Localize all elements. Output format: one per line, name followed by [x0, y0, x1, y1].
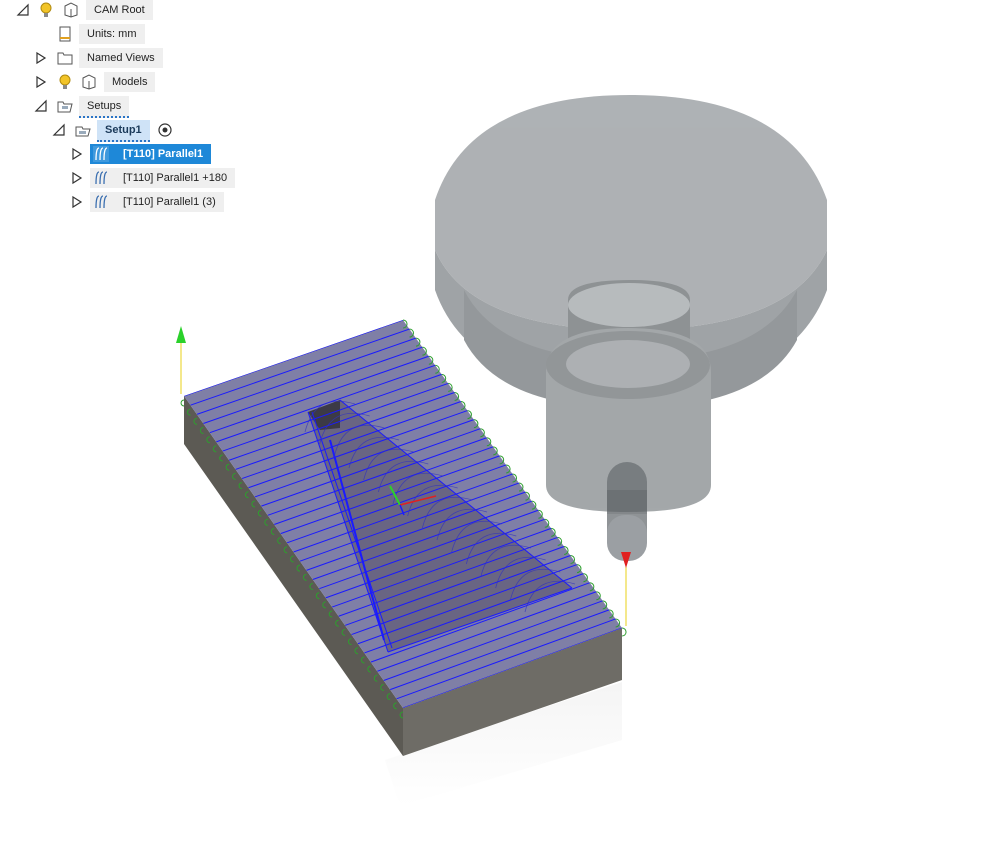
- component-icon: [64, 2, 78, 18]
- parallel-toolpath-icon: [95, 195, 108, 209]
- setup-icon: [75, 126, 91, 137]
- active-setup-radio-icon[interactable]: [156, 121, 174, 139]
- expand-triangle-icon[interactable]: [70, 195, 84, 209]
- expand-triangle-icon[interactable]: [70, 171, 84, 185]
- folder-icon: [57, 52, 73, 65]
- setups-folder-icon: [57, 101, 73, 113]
- tree-item-cam-root[interactable]: CAM Root: [86, 0, 153, 20]
- parallel-toolpath-icon: [93, 146, 109, 162]
- tree-item-operation-3[interactable]: [T110] Parallel1 (3): [90, 192, 224, 212]
- parallel-toolpath-icon: [95, 171, 108, 185]
- tree-item-units[interactable]: Units: mm: [79, 24, 145, 44]
- cam-browser-tree: CAM Root Units: mm Named Views Models Se…: [0, 0, 260, 220]
- expand-triangle-icon[interactable]: [34, 75, 48, 89]
- collapse-triangle-icon[interactable]: [34, 99, 48, 113]
- expand-triangle-icon[interactable]: [34, 51, 48, 65]
- collapse-triangle-icon[interactable]: [16, 3, 30, 17]
- stock-wcs-axes: [176, 326, 186, 394]
- tree-item-models[interactable]: Models: [104, 72, 156, 92]
- collapse-triangle-icon[interactable]: [52, 123, 66, 137]
- tree-item-setups[interactable]: Setups: [79, 96, 130, 118]
- document-icon: [59, 26, 71, 42]
- tool-tip-marker: [621, 552, 631, 626]
- expand-triangle-icon[interactable]: [70, 147, 84, 161]
- lightbulb-icon[interactable]: [56, 73, 74, 91]
- component-icon: [82, 74, 96, 90]
- tree-item-setup1[interactable]: Setup1: [97, 120, 150, 142]
- tree-item-named-views[interactable]: Named Views: [79, 48, 163, 68]
- tree-item-operation-2[interactable]: [T110] Parallel1 +180: [90, 168, 236, 188]
- lightbulb-icon[interactable]: [37, 1, 55, 19]
- cutting-tool[interactable]: [607, 462, 647, 561]
